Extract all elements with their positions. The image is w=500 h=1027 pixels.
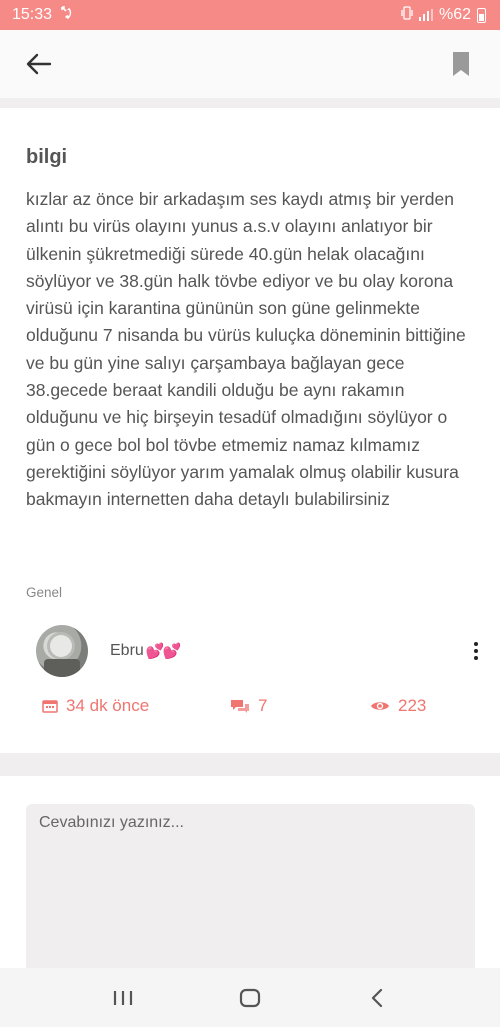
avatar[interactable] xyxy=(36,625,88,677)
bookmark-icon xyxy=(453,52,469,76)
post-title: bilgi xyxy=(26,146,68,168)
bookmark-button[interactable] xyxy=(446,49,476,79)
post-category[interactable]: Genel xyxy=(26,585,62,600)
author-row: Ebru 💕💕 xyxy=(36,623,486,679)
arrow-left-icon xyxy=(26,53,52,75)
stat-time-text: 34 dk önce xyxy=(66,696,150,715)
status-bar: 15:33 %62 xyxy=(0,0,500,30)
app-bar xyxy=(0,30,500,98)
battery-text: %62 xyxy=(438,6,471,23)
author-emoji: 💕💕 xyxy=(145,643,181,660)
post-card: bilgi kızlar az önce bir arkadaşım ses k… xyxy=(0,108,500,753)
nav-back-icon xyxy=(371,988,382,1007)
more-dot-icon xyxy=(474,642,478,646)
comments-icon xyxy=(231,700,249,713)
back-button[interactable] xyxy=(24,49,54,79)
status-left: 15:33 xyxy=(12,5,74,26)
reply-input[interactable] xyxy=(26,804,475,994)
post-body: kızlar az önce bir arkadaşım ses kaydı a… xyxy=(26,189,466,510)
author-name-wrapper[interactable]: Ebru 💕💕 xyxy=(110,642,181,660)
more-dot-icon xyxy=(474,649,478,653)
missed-call-icon xyxy=(60,5,74,26)
status-right: %62 xyxy=(401,5,486,25)
stat-time: 34 dk önce xyxy=(42,696,149,716)
stat-views-text: 223 xyxy=(398,696,427,715)
battery-icon xyxy=(477,7,486,23)
stat-replies[interactable]: 7 xyxy=(230,696,267,716)
stat-replies-text: 7 xyxy=(258,696,268,715)
home-icon xyxy=(239,988,261,1007)
stat-views: 223 xyxy=(370,696,426,716)
eye-icon xyxy=(371,702,389,710)
recents-button[interactable] xyxy=(103,978,143,1018)
calendar-icon xyxy=(42,700,58,713)
more-dot-icon xyxy=(474,656,478,660)
system-nav-bar xyxy=(0,968,500,1027)
stats-row: 34 dk önce 7 223 xyxy=(42,696,482,720)
nav-back-button[interactable] xyxy=(357,978,397,1018)
status-time: 15:33 xyxy=(12,6,53,23)
more-options-button[interactable] xyxy=(466,636,486,666)
reply-card xyxy=(0,776,500,994)
signal-icon xyxy=(418,9,433,21)
vibrate-icon xyxy=(401,5,413,25)
author-name: Ebru xyxy=(110,642,144,659)
recents-icon xyxy=(114,990,133,1005)
home-button[interactable] xyxy=(230,978,270,1018)
